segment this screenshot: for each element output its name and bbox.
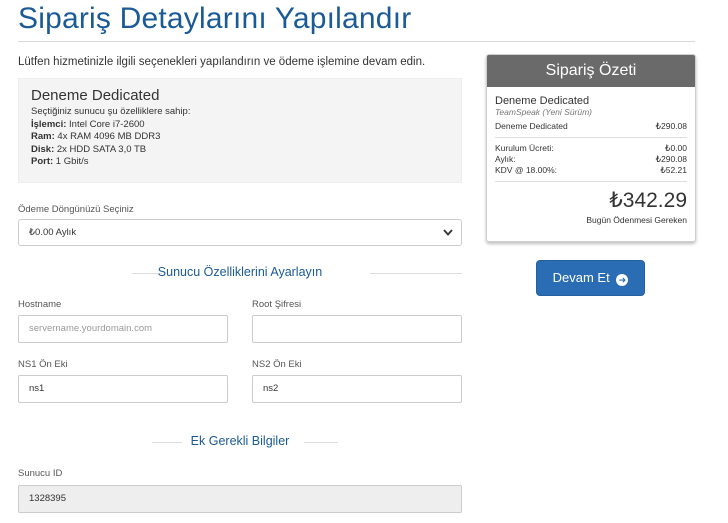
- ns1-label: NS1 Ön Eki: [18, 359, 68, 370]
- arrow-circle-right-icon: ➜: [616, 274, 629, 286]
- summary-divider: [495, 137, 687, 138]
- billing-cycle-label: Ödeme Döngünüzü Seçiniz: [18, 204, 134, 215]
- ns1-input[interactable]: ns1: [18, 375, 228, 403]
- product-desc-intro: Seçtiğiniz sunucu şu özelliklere sahip:: [31, 106, 191, 117]
- checkout-button-label: Devam Et: [552, 270, 610, 285]
- spec-port: Port: 1 Gbit/s: [31, 156, 89, 167]
- page-title: Sipariş Detaylarını Yapılandır: [18, 2, 412, 35]
- intro-text: Lütfen hizmetinizle ilgili seçenekleri y…: [18, 56, 426, 68]
- ns2-input[interactable]: ns2: [252, 375, 462, 403]
- ns2-label: NS2 Ön Eki: [252, 359, 302, 370]
- order-summary: Sipariş Özeti Deneme Dedicated TeamSpeak…: [486, 54, 696, 242]
- spec-ram: Ram: 4x RAM 4096 MB DDR3: [31, 131, 161, 142]
- chevron-down-icon: [443, 220, 453, 255]
- heading-line-right: [304, 442, 338, 443]
- heading-line-right: [370, 273, 462, 274]
- checkout-button[interactable]: Devam Et ➜: [536, 260, 645, 296]
- spec-disk: Disk: 2x HDD SATA 3,0 TB: [31, 143, 147, 155]
- title-divider: [18, 41, 695, 42]
- summary-line-item: Deneme Dedicated ₺290.08: [495, 121, 687, 131]
- product-name: Deneme Dedicated: [31, 87, 160, 104]
- summary-total-label: Bugün Ödenmesi Gereken: [586, 215, 687, 225]
- server-id-input[interactable]: 1328395: [18, 485, 462, 513]
- summary-total: ₺342.29: [609, 189, 687, 212]
- server-config-heading: Sunucu Özelliklerini Ayarlayın: [18, 265, 462, 281]
- root-password-input[interactable]: [252, 315, 462, 343]
- hostname-input[interactable]: servername.yourdomain.com: [18, 315, 228, 343]
- order-summary-title: Sipariş Özeti: [487, 55, 695, 87]
- summary-row-tax: KDV @ 18.00%: ₺52.21: [495, 165, 687, 175]
- billing-cycle-value: ₺0.00 Aylık: [29, 227, 77, 238]
- server-id-label: Sunucu ID: [18, 468, 63, 479]
- billing-cycle-select[interactable]: ₺0.00 Aylık: [18, 219, 462, 246]
- product-description: Seçtiğiniz sunucu şu özelliklere sahip: …: [31, 106, 449, 169]
- summary-product-name: Deneme Dedicated: [495, 95, 590, 107]
- summary-divider: [495, 181, 687, 182]
- hostname-label: Hostname: [18, 299, 62, 310]
- additional-info-heading: Ek Gerekli Bilgiler: [18, 434, 462, 450]
- summary-product-group: TeamSpeak (Yeni Sürüm): [495, 107, 593, 117]
- root-password-label: Root Şifresi: [252, 299, 302, 310]
- summary-row-monthly: Aylık: ₺290.08: [495, 154, 687, 164]
- spec-cpu: İşlemci: Intel Core i7-2600: [31, 118, 145, 130]
- product-info-box: Deneme Dedicated Seçtiğiniz sunucu şu öz…: [18, 78, 462, 183]
- summary-row-setup: Kurulum Ücreti: ₺0.00: [495, 143, 687, 153]
